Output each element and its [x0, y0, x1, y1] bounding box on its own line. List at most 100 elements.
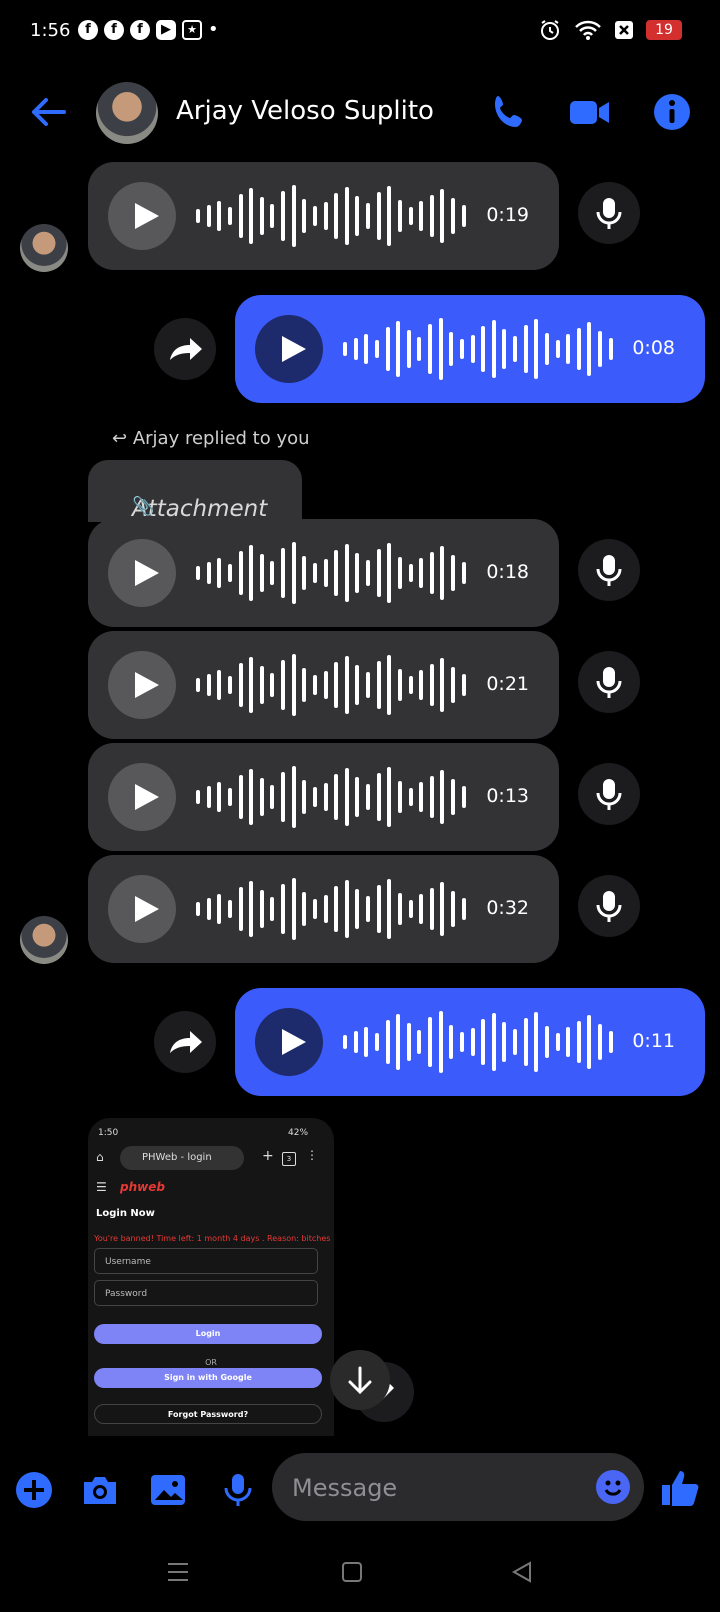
- waveform-bar: [481, 326, 486, 372]
- waveform-bar: [397, 669, 402, 701]
- waveform-bar: [387, 767, 392, 827]
- play-button[interactable]: [108, 763, 176, 831]
- waveform-bar: [249, 188, 254, 244]
- recent-apps-icon[interactable]: [166, 1560, 190, 1584]
- back-arrow-icon[interactable]: [26, 92, 70, 132]
- image-message[interactable]: 1:50 42% ⌂ PHWeb - login + 3 ⋮ ☰ phweb Lo…: [88, 1118, 334, 1436]
- play-button[interactable]: [108, 875, 176, 943]
- emoji-icon[interactable]: [596, 1470, 630, 1504]
- thumb-password: Password: [94, 1280, 318, 1306]
- voice-duration: 0:11: [632, 1030, 675, 1052]
- tabs-count: 3: [282, 1152, 296, 1166]
- play-button[interactable]: [255, 315, 323, 383]
- voice-reply-button[interactable]: [578, 875, 640, 937]
- contact-name[interactable]: Arjay Veloso Suplito: [176, 96, 434, 126]
- reply-text: Arjay replied to you: [132, 428, 310, 449]
- thumb-battery: 42%: [288, 1128, 309, 1138]
- play-button[interactable]: [108, 182, 176, 250]
- play-button[interactable]: [255, 1008, 323, 1076]
- reply-indicator: ↩ Arjay replied to you: [112, 428, 310, 449]
- wifi-icon: [575, 20, 601, 40]
- waveform-bar: [281, 884, 285, 934]
- voice-message-outgoing[interactable]: 0:11: [235, 988, 705, 1096]
- forward-button[interactable]: [154, 318, 216, 380]
- thumb-url-bar: PHWeb - login: [120, 1146, 244, 1170]
- waveform-bar: [281, 548, 285, 598]
- waveform-bar: [376, 192, 381, 240]
- waveform-bar: [249, 881, 254, 937]
- share-arrow-icon: [170, 338, 202, 360]
- thumb-ban-text: You're banned! Time left: 1 month 4 days…: [94, 1234, 331, 1243]
- voice-message-incoming[interactable]: 0:32: [88, 855, 559, 963]
- waveform-bar: [587, 322, 592, 376]
- voice-message-incoming[interactable]: 0:18: [88, 519, 559, 627]
- waveform-bar: [270, 785, 275, 809]
- waveform-bar: [334, 662, 339, 708]
- waveform-bar: [534, 319, 539, 379]
- notification-icons: f f f ▶ ★ •: [78, 20, 219, 40]
- phone-icon[interactable]: [488, 90, 532, 134]
- waveform-bar: [353, 1031, 358, 1053]
- waveform-bar: [238, 887, 243, 931]
- gallery-icon[interactable]: [148, 1470, 188, 1510]
- voice-duration: 0:18: [486, 561, 529, 583]
- info-icon[interactable]: [650, 90, 694, 134]
- waveform-bar: [461, 205, 466, 227]
- replied-attachment[interactable]: Attachment 📎: [88, 460, 302, 522]
- waveform-bar: [408, 676, 413, 694]
- video-call-icon[interactable]: [568, 90, 612, 134]
- voice-duration: 0:19: [486, 204, 529, 226]
- message-input[interactable]: [290, 1469, 574, 1507]
- waveform-bar: [238, 775, 243, 819]
- voice-reply-button[interactable]: [578, 763, 640, 825]
- waveform-bar: [238, 551, 243, 595]
- plus-icon[interactable]: [14, 1470, 54, 1510]
- waveform-bar: [227, 788, 232, 806]
- voice-message-incoming[interactable]: 0:19: [88, 162, 559, 270]
- voice-reply-button[interactable]: [578, 182, 640, 244]
- message-field[interactable]: [272, 1453, 644, 1521]
- waveform-bar: [534, 1012, 539, 1072]
- voice-message-incoming[interactable]: 0:21: [88, 631, 559, 739]
- waveform-bar: [323, 783, 328, 811]
- waveform-bar: [461, 786, 466, 808]
- play-button[interactable]: [108, 539, 176, 607]
- voice-duration: 0:08: [632, 337, 675, 359]
- camera-icon[interactable]: [80, 1470, 120, 1510]
- sender-avatar[interactable]: [20, 916, 68, 964]
- waveform-bar: [376, 549, 381, 597]
- waveform-bar: [259, 666, 264, 704]
- waveform-bar: [419, 782, 424, 812]
- waveform-bar: [344, 880, 349, 938]
- waveform-bar: [217, 894, 222, 924]
- scroll-to-bottom-button[interactable]: [330, 1350, 390, 1410]
- sender-avatar[interactable]: [20, 224, 68, 272]
- thumb-username: Username: [94, 1248, 318, 1274]
- home-button-icon[interactable]: [340, 1560, 364, 1584]
- waveform-bar: [366, 896, 370, 922]
- waveform-bar: [544, 1026, 549, 1058]
- voice-reply-button[interactable]: [578, 651, 640, 713]
- contact-avatar[interactable]: [96, 82, 158, 144]
- waveform-bar: [428, 1017, 432, 1067]
- waveform-bar: [291, 654, 296, 716]
- play-button[interactable]: [108, 651, 176, 719]
- waveform-bar: [376, 773, 381, 821]
- waveform-bar: [206, 562, 211, 584]
- back-button-icon[interactable]: [510, 1560, 534, 1584]
- voice-message-outgoing[interactable]: 0:08: [235, 295, 705, 403]
- thumb-forgot: Forgot Password?: [94, 1404, 322, 1424]
- voice-reply-button[interactable]: [578, 539, 640, 601]
- forward-button[interactable]: [154, 1011, 216, 1073]
- waveform-bar: [387, 186, 392, 246]
- voice-message-incoming[interactable]: 0:13: [88, 743, 559, 851]
- facebook-icon: f: [130, 20, 150, 40]
- more-notifications-icon: •: [208, 19, 219, 40]
- waveform-bar: [196, 566, 200, 580]
- waveform-bar: [396, 321, 401, 377]
- waveform-bar: [385, 327, 390, 371]
- thumb-heading: Login Now: [96, 1208, 155, 1219]
- like-icon[interactable]: [658, 1468, 702, 1508]
- microphone-icon[interactable]: [218, 1470, 258, 1510]
- waveform-bar: [513, 336, 517, 362]
